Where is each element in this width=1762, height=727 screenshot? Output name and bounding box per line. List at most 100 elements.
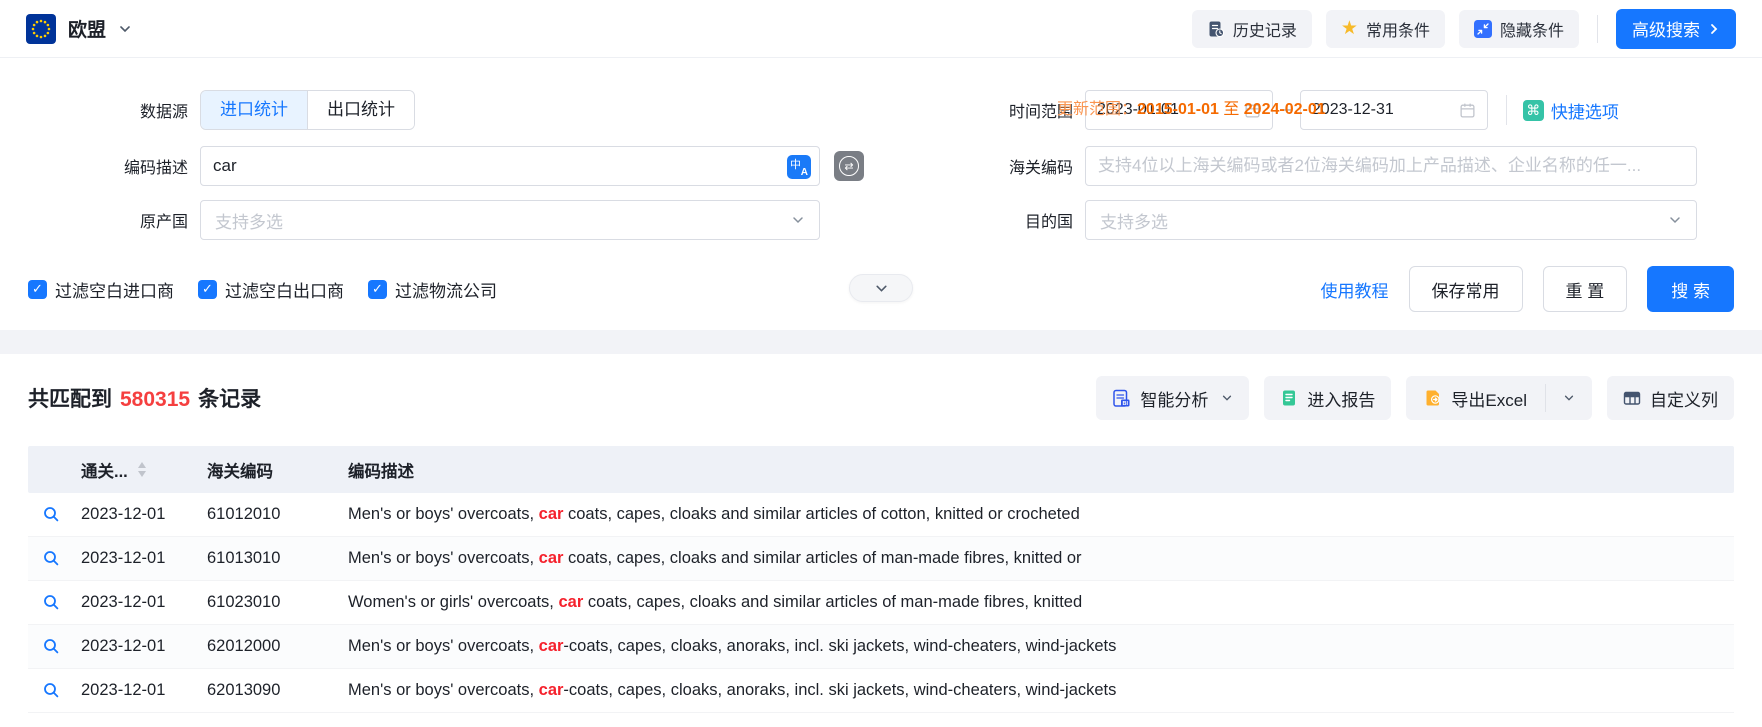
filter-blank-importer-checkbox[interactable]: ✓ 过滤空白进口商	[28, 277, 174, 302]
row-search-button[interactable]	[28, 594, 75, 611]
custom-columns-label: 自定义列	[1650, 386, 1718, 411]
summary-prefix: 共匹配到	[28, 383, 112, 413]
cell-date: 2023-12-01	[75, 549, 201, 568]
origin-select[interactable]: 支持多选	[200, 200, 820, 240]
tab-export-stats[interactable]: 出口统计	[307, 91, 414, 129]
sort-control[interactable]	[138, 462, 146, 477]
chevron-down-icon	[791, 213, 805, 227]
translate-icon[interactable]: 中 A	[787, 155, 811, 179]
update-range: 更新范围：2015-01-01 至 2024-02-01	[1057, 95, 1326, 119]
magnifier-icon	[43, 682, 60, 699]
hs-code-label: 海关编码	[872, 154, 1085, 178]
quick-options-button[interactable]: ⌘ 快捷选项	[1523, 98, 1619, 123]
collapse-form-button[interactable]	[849, 274, 913, 302]
report-icon	[1280, 389, 1298, 407]
header-clearance-date[interactable]: 通关...	[75, 458, 201, 482]
exchange-icon: ⇄	[839, 156, 859, 176]
tutorial-link[interactable]: 使用教程	[1321, 277, 1389, 302]
row-search-button[interactable]	[28, 506, 75, 523]
quick-options-divider	[1506, 95, 1507, 125]
desc-pre: Women's or girls' overcoats,	[348, 593, 558, 611]
hs-code-input[interactable]	[1086, 147, 1696, 185]
chevron-right-icon	[1708, 23, 1720, 35]
smart-analysis-button[interactable]: BI 智能分析	[1096, 376, 1249, 420]
summary-suffix: 条记录	[198, 383, 261, 413]
enter-report-label: 进入报告	[1307, 386, 1375, 411]
date-end-input[interactable]: 2023-12-31	[1300, 90, 1488, 130]
chevron-down-icon	[1563, 392, 1575, 404]
results-count: 580315	[120, 388, 190, 412]
table-row: 2023-12-01 61023010 Women's or girls' ov…	[28, 581, 1734, 625]
code-desc-input[interactable]	[201, 147, 819, 185]
time-range-label: 时间范围	[872, 98, 1085, 122]
filter-logistics-checkbox[interactable]: ✓ 过滤物流公司	[368, 277, 497, 302]
translate-zh-glyph: 中	[790, 156, 801, 172]
history-button[interactable]: 历史记录	[1192, 10, 1312, 48]
header-code-desc: 编码描述	[336, 458, 1734, 482]
region-name: 欧盟	[68, 15, 106, 42]
row-search-button[interactable]	[28, 682, 75, 699]
chevron-down-icon	[118, 22, 132, 36]
export-excel-label: 导出Excel	[1451, 386, 1527, 411]
header-clearance-date-label: 通关...	[81, 458, 128, 482]
exchange-button[interactable]: ⇄	[834, 151, 864, 181]
topbar-actions: 历史记录 ★ 常用条件 隐藏条件 高级搜索	[1192, 9, 1736, 49]
results-header: 共匹配到 580315 条记录 BI 智能分析 进入报告 导出Excel	[0, 376, 1762, 420]
desc-post: coats, capes, cloaks and similar article…	[563, 549, 1081, 567]
datasource-label: 数据源	[0, 98, 200, 122]
sort-desc-icon	[138, 471, 146, 477]
history-label: 历史记录	[1233, 17, 1297, 41]
cell-code: 61013010	[201, 549, 336, 568]
cell-date: 2023-12-01	[75, 593, 201, 612]
cell-desc: Men's or boys' overcoats, car coats, cap…	[336, 505, 1734, 524]
eu-flag-icon	[26, 14, 56, 44]
row-search-button[interactable]	[28, 638, 75, 655]
custom-columns-button[interactable]: 自定义列	[1607, 376, 1734, 420]
cell-desc: Women's or girls' overcoats, car coats, …	[336, 593, 1734, 612]
desc-keyword: car	[558, 593, 583, 611]
svg-text:BI: BI	[1123, 400, 1129, 406]
smart-analysis-label: 智能分析	[1140, 386, 1208, 411]
advanced-search-button[interactable]: 高级搜索	[1616, 9, 1736, 49]
favorites-button[interactable]: ★ 常用条件	[1326, 10, 1445, 48]
section-separator	[0, 330, 1762, 354]
results-summary: 共匹配到 580315 条记录	[28, 383, 261, 413]
hide-conditions-button[interactable]: 隐藏条件	[1459, 10, 1579, 48]
origin-label: 原产国	[0, 208, 200, 232]
topbar: 欧盟 历史记录 ★ 常用条件 隐藏条件 高级搜索	[0, 0, 1762, 58]
table-row: 2023-12-01 62012000 Men's or boys' overc…	[28, 625, 1734, 669]
save-favorite-button[interactable]: 保存常用	[1409, 266, 1523, 312]
destination-label: 目的国	[872, 208, 1085, 232]
desc-pre: Men's or boys' overcoats,	[348, 549, 539, 567]
desc-keyword: car	[539, 549, 564, 567]
update-range-label: 更新范围：	[1057, 101, 1137, 118]
reset-button[interactable]: 重 置	[1543, 266, 1628, 312]
desc-keyword: car	[539, 505, 564, 523]
cell-date: 2023-12-01	[75, 637, 201, 656]
columns-icon	[1623, 389, 1641, 407]
filter-blank-exporter-checkbox[interactable]: ✓ 过滤空白出口商	[198, 277, 344, 302]
enter-report-button[interactable]: 进入报告	[1264, 376, 1391, 420]
cell-code: 61023010	[201, 593, 336, 612]
region-selector[interactable]: 欧盟	[26, 14, 132, 44]
export-excel-split-button: 导出Excel	[1406, 376, 1592, 420]
cell-code: 62013090	[201, 681, 336, 700]
export-options-button[interactable]	[1546, 376, 1592, 420]
export-excel-button[interactable]: 导出Excel	[1406, 376, 1545, 420]
filter-logistics-label: 过滤物流公司	[395, 277, 497, 302]
update-range-to: 至	[1223, 101, 1239, 118]
cell-code: 61012010	[201, 505, 336, 524]
magnifier-icon	[43, 550, 60, 567]
chevron-down-icon	[1221, 392, 1233, 404]
checkbox-checked-icon: ✓	[198, 280, 217, 299]
destination-select[interactable]: 支持多选	[1085, 200, 1697, 240]
cell-code: 62012000	[201, 637, 336, 656]
search-button[interactable]: 搜 索	[1647, 266, 1734, 312]
calendar-icon	[1459, 102, 1476, 119]
code-desc-label: 编码描述	[0, 154, 200, 178]
tab-import-stats[interactable]: 进口统计	[201, 91, 307, 129]
history-icon	[1207, 20, 1225, 38]
hs-code-field	[1085, 146, 1697, 186]
row-search-button[interactable]	[28, 550, 75, 567]
magnifier-icon	[43, 594, 60, 611]
